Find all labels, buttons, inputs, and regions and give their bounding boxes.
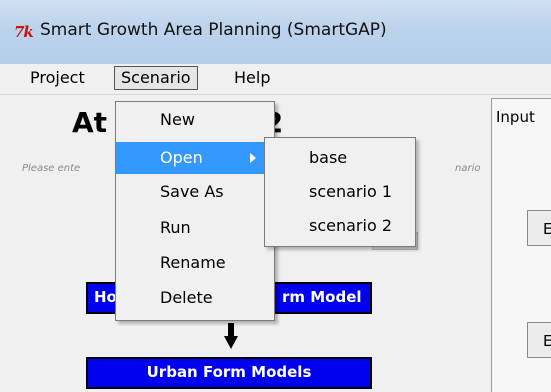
panel-button-1[interactable]: E <box>527 210 551 246</box>
menu-item-delete[interactable]: Delete <box>116 282 274 314</box>
menu-item-open-label: Open <box>160 148 203 167</box>
submenu-arrow-icon <box>250 153 256 163</box>
menu-item-save-as[interactable]: Save As <box>116 176 274 208</box>
menu-scenario[interactable]: Scenario <box>114 66 198 90</box>
urban-form-models-button[interactable]: Urban Form Models <box>86 357 372 389</box>
menu-project[interactable]: Project <box>24 67 91 89</box>
window-title: Smart Growth Area Planning (SmartGAP) <box>40 20 387 40</box>
menu-item-new[interactable]: New <box>116 104 274 136</box>
tab-input[interactable]: Input <box>496 108 535 126</box>
submenu-item-scenario-1[interactable]: scenario 1 <box>265 176 415 208</box>
app-window: 7k Smart Growth Area Planning (SmartGAP)… <box>0 0 551 392</box>
menu-item-open[interactable]: Open <box>116 142 266 174</box>
menu-bar: Project Scenario Help <box>0 64 551 95</box>
submenu-item-scenario-2[interactable]: scenario 2 <box>265 210 415 242</box>
open-submenu: base scenario 1 scenario 2 <box>264 137 416 247</box>
button-label-right: rm Model <box>282 288 362 306</box>
down-arrow-icon <box>224 323 238 349</box>
title-bar: 7k Smart Growth Area Planning (SmartGAP) <box>0 0 551 64</box>
scenario-dropdown-menu: New Open Save As Run Rename Delete <box>115 101 275 321</box>
menu-help[interactable]: Help <box>228 67 276 89</box>
panel-button-2[interactable]: E <box>527 322 551 358</box>
menu-item-rename[interactable]: Rename <box>116 247 274 279</box>
button-label-left: Ho <box>94 288 117 306</box>
hint-text-left: Please ente <box>22 163 81 174</box>
menu-item-run[interactable]: Run <box>116 212 274 244</box>
tk-feather-icon: 7k <box>14 23 34 41</box>
submenu-item-base[interactable]: base <box>265 142 415 174</box>
hint-text-right: nario <box>455 163 481 174</box>
